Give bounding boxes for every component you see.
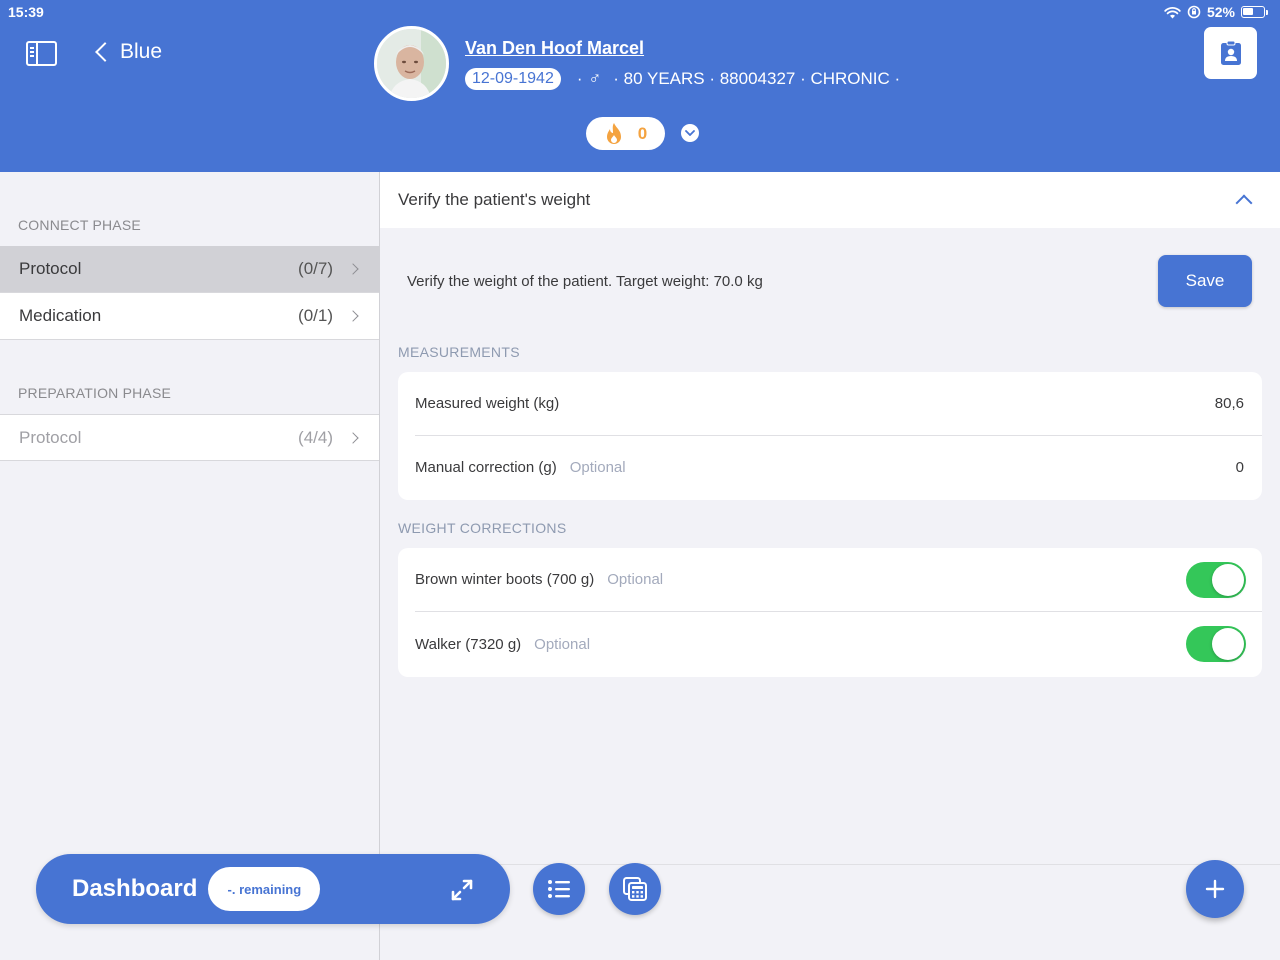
correction-row-boots[interactable]: Brown winter boots (700 g) Optional <box>398 548 1262 611</box>
weight-corrections-section-title: WEIGHT CORRECTIONS <box>398 520 567 536</box>
sidebar-item-label: Protocol <box>19 259 82 278</box>
add-button[interactable] <box>1186 860 1244 918</box>
optional-tag: Optional <box>569 459 626 476</box>
sidebar-item-connect-medication[interactable]: Medication (0/1) <box>0 293 379 340</box>
sidebar-item-count: (0/1) <box>298 306 333 325</box>
walker-toggle[interactable] <box>1186 626 1246 662</box>
phase-title: PREPARATION PHASE <box>18 385 172 401</box>
clipboard-user-icon <box>1220 40 1241 65</box>
list-button[interactable] <box>533 863 585 915</box>
measured-weight-value[interactable]: 80,6 <box>1215 395 1244 412</box>
patient-photo <box>377 29 446 98</box>
chevron-right-icon <box>347 310 359 322</box>
manual-correction-row[interactable]: Manual correction (g) Optional 0 <box>398 435 1262 500</box>
step-title: Verify the patient's weight <box>398 190 591 209</box>
chevron-left-icon <box>95 42 115 62</box>
flame-icon <box>606 122 621 144</box>
phase-sidebar: CONNECT PHASE Protocol (0/7) Medication … <box>0 172 380 960</box>
phase-title: CONNECT PHASE <box>18 217 141 233</box>
calculator-icon <box>623 877 647 901</box>
gender-icon: ♂ <box>588 69 602 88</box>
chevron-right-icon <box>347 431 359 444</box>
measurements-section-title: MEASUREMENTS <box>398 344 520 360</box>
wifi-icon <box>1164 6 1181 18</box>
measured-weight-label: Measured weight (kg) <box>415 395 560 412</box>
list-icon <box>548 880 570 898</box>
calculator-button[interactable] <box>609 863 661 915</box>
patient-record-button[interactable] <box>1204 27 1257 79</box>
manual-correction-label: Manual correction (g) <box>415 459 557 476</box>
step-instruction: Verify the weight of the patient. Target… <box>407 273 763 290</box>
flame-counter[interactable]: 0 <box>586 117 665 150</box>
sidebar-item-connect-protocol[interactable]: Protocol (0/7) <box>0 246 379 293</box>
boots-toggle[interactable] <box>1186 561 1246 598</box>
dashboard-title: Dashboard <box>72 875 198 902</box>
sidebar-item-count: (0/7) <box>298 259 333 278</box>
back-button[interactable]: Blue <box>92 40 162 64</box>
sidebar-item-preparation-protocol[interactable]: Protocol (4/4) <box>0 414 379 461</box>
measurements-card: Measured weight (kg) 80,6 Manual correct… <box>398 372 1262 500</box>
correction-label-group: Walker (7320 g) Optional <box>415 636 1186 653</box>
optional-tag: Optional <box>534 635 591 653</box>
bottom-divider <box>380 864 1280 865</box>
info-separator: · <box>576 69 583 88</box>
correction-label: Walker (7320 g) <box>415 635 522 653</box>
battery-tip <box>1266 9 1268 15</box>
patient-avatar[interactable] <box>374 26 449 101</box>
battery-icon <box>1241 6 1265 18</box>
sidebar-item-label: Protocol <box>19 427 82 447</box>
step-detail-panel: Verify the patient's weight Verify the w… <box>380 172 1280 960</box>
correction-label-group: Brown winter boots (700 g) Optional <box>415 571 1186 588</box>
expand-icon[interactable] <box>450 878 474 902</box>
optional-tag: Optional <box>607 571 664 588</box>
sidebar-item-count: (4/4) <box>298 427 333 447</box>
date-of-birth-badge: 12-09-1942 <box>465 68 561 90</box>
patient-name[interactable]: Van Den Hoof Marcel <box>465 38 644 59</box>
flame-count: 0 <box>637 123 648 143</box>
toggle-knob <box>1212 563 1244 596</box>
patient-header: 15:39 52% Blue Van Den Hoof Marcel 12-09… <box>0 0 1280 172</box>
measured-weight-row[interactable]: Measured weight (kg) 80,6 <box>398 372 1262 435</box>
status-indicators: 52% <box>1164 4 1268 20</box>
save-button[interactable]: Save <box>1158 255 1252 307</box>
sidebar-item-label: Medication <box>19 306 102 325</box>
patient-info: 12-09-1942 · ♂ · 80 YEARS · 88004327 · C… <box>465 68 900 90</box>
sidebar-toggle-icon[interactable] <box>26 41 57 66</box>
step-header[interactable]: Verify the patient's weight <box>380 172 1280 228</box>
status-time: 15:39 <box>8 4 44 20</box>
orientation-lock-icon <box>1187 5 1201 19</box>
correction-label: Brown winter boots (700 g) <box>415 571 595 588</box>
back-label: Blue <box>120 40 163 63</box>
weight-corrections-card: Brown winter boots (700 g) Optional Walke… <box>398 548 1262 677</box>
expand-header-button[interactable] <box>681 124 699 142</box>
toggle-knob <box>1212 628 1244 660</box>
chevron-down-icon <box>685 130 695 136</box>
chevron-right-icon <box>347 263 359 275</box>
manual-correction-label-group: Manual correction (g) Optional <box>415 459 1236 476</box>
chevron-up-icon[interactable] <box>1235 194 1253 212</box>
correction-row-walker[interactable]: Walker (7320 g) Optional <box>398 611 1262 677</box>
dashboard-bar[interactable]: Dashboard -. remaining <box>36 854 510 924</box>
patient-details: · 80 YEARS · 88004327 · CHRONIC · <box>613 69 901 88</box>
battery-percentage: 52% <box>1206 4 1235 20</box>
manual-correction-value[interactable]: 0 <box>1236 459 1244 476</box>
plus-icon <box>1205 879 1225 899</box>
remaining-badge: -. remaining <box>208 867 321 911</box>
